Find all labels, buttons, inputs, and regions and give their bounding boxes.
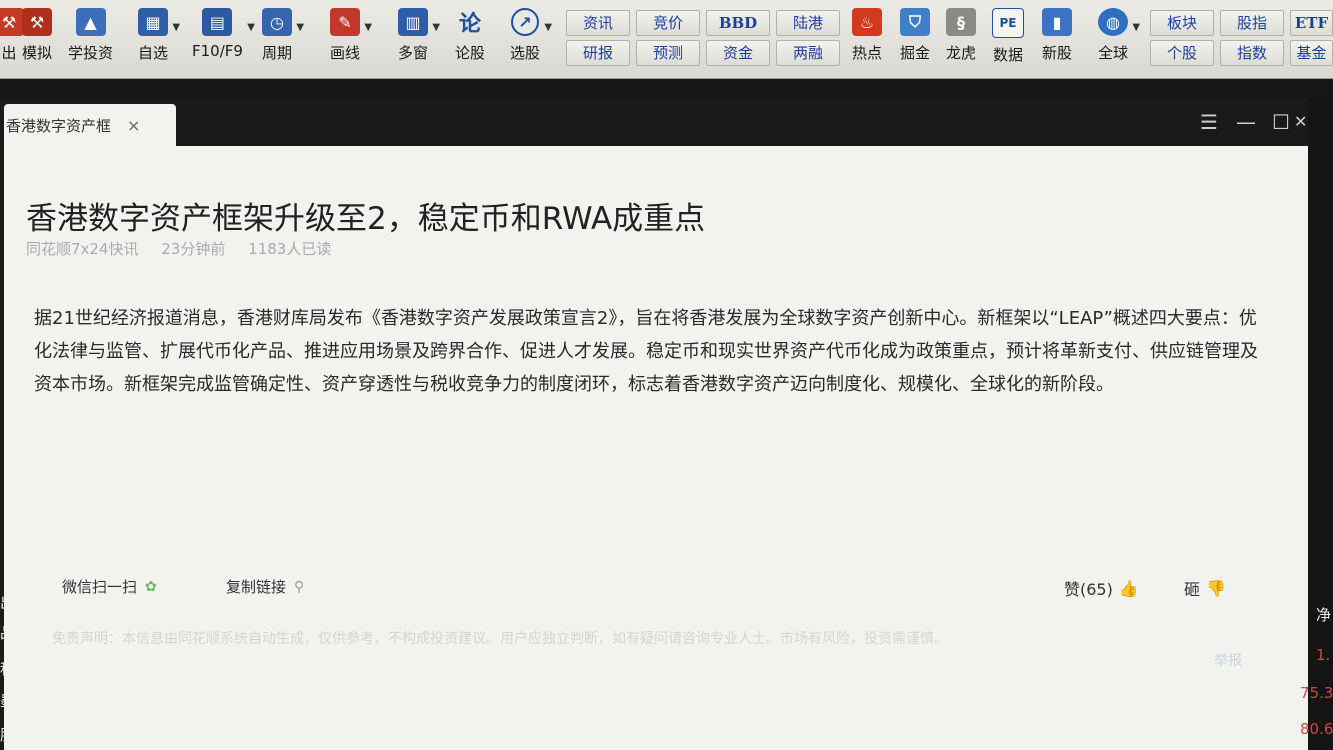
gavel-icon: ⚒: [0, 8, 24, 36]
toolbar-button-hot[interactable]: ♨ 热点: [852, 8, 882, 74]
toolbar-etf-button[interactable]: ETF: [1290, 10, 1333, 36]
article-time: 23分钟前: [161, 240, 226, 258]
chevron-down-icon[interactable]: ▼: [172, 22, 180, 33]
toolbar-button-ipo[interactable]: ▮ 新股: [1042, 8, 1072, 74]
report-link[interactable]: 举报: [1214, 650, 1242, 670]
like-count: 赞(65): [1064, 580, 1113, 599]
toolbar-index-button[interactable]: 指数: [1220, 40, 1284, 66]
tab-article[interactable]: 香港数字资产框 ×: [4, 104, 176, 146]
edge-value: 80.6: [1300, 720, 1333, 738]
toolbar-button-screener[interactable]: ↗ 选股 ▼: [510, 8, 552, 74]
toolbar-button-simulate[interactable]: ⚒ 模拟: [22, 8, 52, 74]
magnifier-chart-icon: ↗: [511, 8, 539, 36]
toolbar-button-data[interactable]: PE 数据: [992, 8, 1024, 74]
calendar-icon: ▦: [138, 8, 168, 36]
pencil-icon: ✎: [330, 8, 360, 36]
toolbar-connect-button[interactable]: 陆港: [776, 10, 840, 36]
copy-link-label: 复制链接: [226, 578, 287, 596]
toolbar-button-dragon[interactable]: § 龙虎: [946, 8, 976, 74]
article-source[interactable]: 同花顺7x24快讯: [26, 240, 139, 258]
toolbar-forecast-button[interactable]: 预测: [636, 40, 700, 66]
chevron-down-icon[interactable]: ▼: [296, 22, 304, 33]
like-button[interactable]: 赞(65) 👍: [1064, 576, 1139, 600]
news-window: 香港数字资产框 × ☰ — ☐ ✕ 香港数字资产框架升级至2，稳定币和RWA成重…: [4, 98, 1308, 750]
discussion-icon: 论: [458, 12, 481, 37]
edge-value: 1.: [1316, 646, 1331, 664]
toolbar-pair-etf: ETF 基金: [1290, 10, 1333, 66]
toolbar-margin-button[interactable]: 两融: [776, 40, 840, 66]
share-wechat-label: 微信扫一扫: [62, 578, 138, 596]
toolbar-bbd-button[interactable]: BBD: [706, 10, 770, 36]
pe-data-icon: PE: [992, 8, 1024, 38]
chevron-down-icon[interactable]: ▼: [247, 22, 255, 33]
close-icon[interactable]: ×: [127, 116, 140, 135]
toolbar-button-draw[interactable]: ✎ 画线 ▼: [330, 8, 372, 74]
toolbar-pair-sector: 板块 个股: [1150, 10, 1214, 66]
article-title: 香港数字资产框架升级至2，稳定币和RWA成重点: [26, 200, 706, 237]
toolbar-button-global[interactable]: ◍ 全球 ▼: [1098, 8, 1140, 74]
link-icon: ⚲: [294, 578, 305, 595]
gavel-icon: ⚒: [22, 8, 52, 36]
article-meta: 同花顺7x24快讯 23分钟前 1183人已读: [26, 238, 349, 259]
globe-icon: ◍: [1098, 8, 1128, 36]
toolbar-button-f10[interactable]: ▤ F10/F9 ▼: [192, 8, 255, 74]
document-icon: ▤: [202, 8, 233, 36]
chevron-down-icon[interactable]: ▼: [544, 22, 552, 33]
chevron-down-icon[interactable]: ▼: [432, 22, 440, 33]
toolbar-button-trade[interactable]: ⚒ 出: [0, 8, 24, 74]
toolbar-pair-auction: 竞价 预测: [636, 10, 700, 66]
disclaimer-text: 免责声明：本信息由同花顺系统自动生成，仅供参考，不构成投资建议。用户应独立判断，…: [52, 631, 948, 647]
edge-value: 75.3: [1300, 684, 1333, 702]
article-body: 据21世纪经济报道消息，香港财库局发布《香港数字资产发展政策宣言2》，旨在将香港…: [34, 308, 1258, 395]
toolbar-button-dig[interactable]: ⛉ 掘金: [900, 8, 930, 74]
thumbs-up-icon: 👍: [1118, 578, 1139, 598]
toolbar-news-button[interactable]: 资讯: [566, 10, 630, 36]
thumbs-down-icon: 👎: [1206, 578, 1226, 598]
main-toolbar: ⚒ 出 ⚒ 模拟 ▲ 学投资 ▦ 自选 ▼ ▤ F10/F9 ▼ ◷ 周期 ▼ …: [0, 0, 1333, 79]
toolbar-button-discuss[interactable]: 论 论股: [455, 8, 485, 74]
menu-icon[interactable]: ☰: [1200, 112, 1218, 132]
toolbar-fund-button[interactable]: 基金: [1290, 40, 1333, 66]
toolbar-button-learn[interactable]: ▲ 学投资: [68, 8, 113, 74]
graduation-cap-icon: ▲: [75, 8, 106, 36]
clock-icon: ◷: [262, 8, 292, 36]
close-window-icon[interactable]: ✕: [1294, 112, 1307, 132]
dragon-icon: §: [946, 8, 976, 36]
dislike-label: 砸: [1184, 580, 1201, 599]
wechat-icon: ✿: [145, 578, 157, 595]
gold-shield-icon: ⛉: [900, 8, 930, 36]
hot-flame-icon: ♨: [852, 8, 882, 36]
multi-window-icon: ▥: [398, 8, 428, 36]
chevron-down-icon[interactable]: ▼: [364, 22, 372, 33]
toolbar-button-period[interactable]: ◷ 周期 ▼: [262, 8, 304, 74]
toolbar-research-button[interactable]: 研报: [566, 40, 630, 66]
dislike-button[interactable]: 砸 👎: [1184, 576, 1226, 600]
copy-link-button[interactable]: 复制链接 ⚲: [226, 576, 304, 597]
toolbar-button-watchlist[interactable]: ▦ 自选 ▼: [138, 8, 180, 74]
toolbar-button-multiwindow[interactable]: ▥ 多窗 ▼: [398, 8, 440, 74]
toolbar-pair-news: 资讯 研报: [566, 10, 630, 66]
toolbar-auction-button[interactable]: 竞价: [636, 10, 700, 36]
toolbar-stock-index-button[interactable]: 股指: [1220, 10, 1284, 36]
maximize-icon[interactable]: ☐: [1272, 112, 1290, 132]
article-read-count: 1183人已读: [248, 240, 332, 258]
toolbar-separator: [0, 79, 1333, 100]
toolbar-pair-index: 股指 指数: [1220, 10, 1284, 66]
toolbar-funds-button[interactable]: 资金: [706, 40, 770, 66]
toolbar-pair-connect: 陆港 两融: [776, 10, 840, 66]
toolbar-stock-button[interactable]: 个股: [1150, 40, 1214, 66]
share-wechat-button[interactable]: 微信扫一扫 ✿: [62, 576, 157, 597]
edge-column-label: 净: [1316, 606, 1332, 624]
toolbar-sector-button[interactable]: 板块: [1150, 10, 1214, 36]
new-stock-icon: ▮: [1042, 8, 1072, 36]
minimize-icon[interactable]: —: [1236, 112, 1256, 132]
toolbar-pair-bbd: BBD 资金: [706, 10, 770, 66]
chevron-down-icon[interactable]: ▼: [1132, 22, 1140, 33]
window-titlebar: 香港数字资产框 × ☰ — ☐ ✕: [4, 98, 1308, 146]
tab-title: 香港数字资产框: [6, 116, 112, 135]
